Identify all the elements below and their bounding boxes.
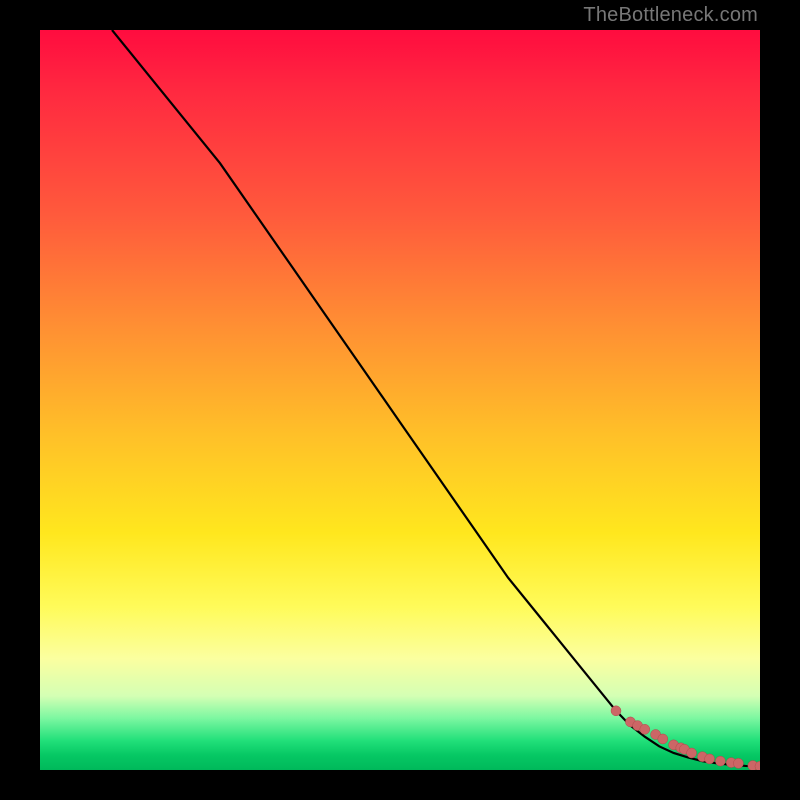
marker-dot (687, 748, 697, 758)
marker-dot (658, 734, 668, 744)
marker-dot (611, 706, 621, 716)
line-series (112, 30, 760, 766)
chart-container: TheBottleneck.com (0, 0, 800, 800)
marker-series (611, 706, 760, 770)
line-path (112, 30, 760, 766)
marker-dot (640, 724, 650, 734)
watermark-text: TheBottleneck.com (583, 4, 758, 27)
chart-svg (40, 30, 760, 770)
marker-dot (733, 758, 743, 768)
plot-area (40, 30, 760, 770)
marker-dot (715, 756, 725, 766)
marker-dot (705, 754, 715, 764)
